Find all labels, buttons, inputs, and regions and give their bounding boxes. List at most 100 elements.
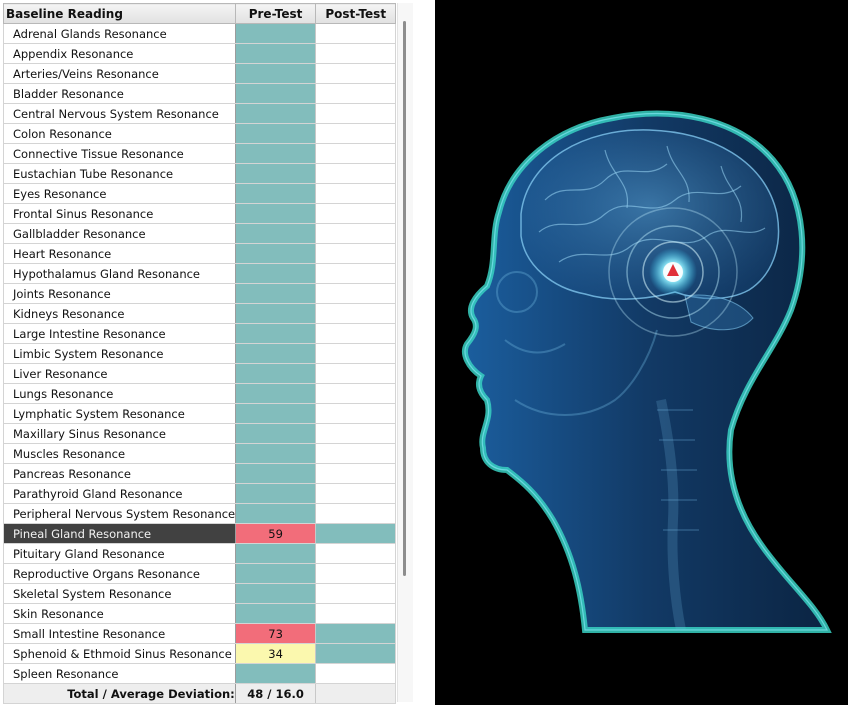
pre-test-cell[interactable]	[234, 43, 317, 64]
pre-test-cell[interactable]	[234, 123, 317, 144]
post-test-cell[interactable]	[315, 143, 396, 164]
row-name-cell[interactable]: Arteries/Veins Resonance	[3, 63, 236, 84]
column-header-pre-test[interactable]: Pre-Test	[234, 3, 317, 24]
post-test-cell[interactable]	[315, 423, 396, 444]
post-test-cell[interactable]	[315, 403, 396, 424]
row-name-cell[interactable]: Kidneys Resonance	[3, 303, 236, 324]
row-name-cell[interactable]: Spleen Resonance	[3, 663, 236, 684]
table-row[interactable]: Bladder Resonance	[3, 83, 396, 104]
row-name-cell[interactable]: Skeletal System Resonance	[3, 583, 236, 604]
pre-test-cell[interactable]	[234, 403, 317, 424]
row-name-cell[interactable]: Hypothalamus Gland Resonance	[3, 263, 236, 284]
table-row[interactable]: Limbic System Resonance	[3, 343, 396, 364]
post-test-cell[interactable]	[315, 163, 396, 184]
row-name-cell[interactable]: Large Intestine Resonance	[3, 323, 236, 344]
row-name-cell[interactable]: Pineal Gland Resonance	[3, 523, 236, 544]
post-test-cell[interactable]	[315, 203, 396, 224]
pre-test-cell[interactable]	[234, 223, 317, 244]
table-row[interactable]: Skin Resonance	[3, 603, 396, 624]
pre-test-cell[interactable]	[234, 463, 317, 484]
pre-test-cell[interactable]	[234, 283, 317, 304]
pre-test-cell[interactable]	[234, 543, 317, 564]
table-row[interactable]: Hypothalamus Gland Resonance	[3, 263, 396, 284]
table-row[interactable]: Eustachian Tube Resonance	[3, 163, 396, 184]
pre-test-cell[interactable]	[234, 443, 317, 464]
table-row[interactable]: Maxillary Sinus Resonance	[3, 423, 396, 444]
post-test-cell[interactable]	[315, 323, 396, 344]
post-test-cell[interactable]	[315, 103, 396, 124]
row-name-cell[interactable]: Liver Resonance	[3, 363, 236, 384]
table-row[interactable]: Parathyroid Gland Resonance	[3, 483, 396, 504]
pre-test-cell[interactable]	[234, 383, 317, 404]
table-row[interactable]: Eyes Resonance	[3, 183, 396, 204]
row-name-cell[interactable]: Pituitary Gland Resonance	[3, 543, 236, 564]
table-row[interactable]: Lungs Resonance	[3, 383, 396, 404]
pre-test-cell[interactable]	[234, 663, 317, 684]
table-row[interactable]: Central Nervous System Resonance	[3, 103, 396, 124]
table-row[interactable]: Frontal Sinus Resonance	[3, 203, 396, 224]
post-test-cell[interactable]	[315, 643, 396, 664]
pre-test-cell[interactable]	[234, 143, 317, 164]
post-test-cell[interactable]	[315, 23, 396, 44]
table-row[interactable]: Gallbladder Resonance	[3, 223, 396, 244]
post-test-cell[interactable]	[315, 543, 396, 564]
vertical-scrollbar[interactable]	[397, 3, 413, 702]
row-name-cell[interactable]: Bladder Resonance	[3, 83, 236, 104]
table-row[interactable]: Pituitary Gland Resonance	[3, 543, 396, 564]
pre-test-cell[interactable]	[234, 483, 317, 504]
post-test-cell[interactable]	[315, 563, 396, 584]
post-test-cell[interactable]	[315, 263, 396, 284]
row-name-cell[interactable]: Skin Resonance	[3, 603, 236, 624]
row-name-cell[interactable]: Frontal Sinus Resonance	[3, 203, 236, 224]
post-test-cell[interactable]	[315, 523, 396, 544]
table-row[interactable]: Heart Resonance	[3, 243, 396, 264]
pre-test-cell[interactable]	[234, 183, 317, 204]
row-name-cell[interactable]: Appendix Resonance	[3, 43, 236, 64]
table-row[interactable]: Skeletal System Resonance	[3, 583, 396, 604]
pre-test-cell[interactable]	[234, 603, 317, 624]
pre-test-cell[interactable]	[234, 263, 317, 284]
row-name-cell[interactable]: Peripheral Nervous System Resonance	[3, 503, 236, 524]
pre-test-cell[interactable]	[234, 163, 317, 184]
row-name-cell[interactable]: Gallbladder Resonance	[3, 223, 236, 244]
pre-test-cell[interactable]	[234, 563, 317, 584]
pre-test-cell[interactable]: 73	[234, 623, 317, 644]
table-row[interactable]: Appendix Resonance	[3, 43, 396, 64]
row-name-cell[interactable]: Connective Tissue Resonance	[3, 143, 236, 164]
table-row[interactable]: Reproductive Organs Resonance	[3, 563, 396, 584]
row-name-cell[interactable]: Limbic System Resonance	[3, 343, 236, 364]
table-row[interactable]: Muscles Resonance	[3, 443, 396, 464]
pre-test-cell[interactable]	[234, 323, 317, 344]
table-row[interactable]: Spleen Resonance	[3, 663, 396, 684]
post-test-cell[interactable]	[315, 443, 396, 464]
post-test-cell[interactable]	[315, 43, 396, 64]
row-name-cell[interactable]: Lungs Resonance	[3, 383, 236, 404]
table-row[interactable]: Large Intestine Resonance	[3, 323, 396, 344]
pre-test-cell[interactable]	[234, 343, 317, 364]
post-test-cell[interactable]	[315, 583, 396, 604]
row-name-cell[interactable]: Reproductive Organs Resonance	[3, 563, 236, 584]
pre-test-cell[interactable]	[234, 363, 317, 384]
pre-test-cell[interactable]	[234, 103, 317, 124]
post-test-cell[interactable]	[315, 503, 396, 524]
pre-test-cell[interactable]	[234, 303, 317, 324]
post-test-cell[interactable]	[315, 663, 396, 684]
pre-test-cell[interactable]: 34	[234, 643, 317, 664]
post-test-cell[interactable]	[315, 303, 396, 324]
table-row[interactable]: Liver Resonance	[3, 363, 396, 384]
scrollbar-thumb[interactable]	[403, 21, 406, 576]
post-test-cell[interactable]	[315, 343, 396, 364]
post-test-cell[interactable]	[315, 83, 396, 104]
post-test-cell[interactable]	[315, 383, 396, 404]
pre-test-cell[interactable]	[234, 503, 317, 524]
post-test-cell[interactable]	[315, 363, 396, 384]
post-test-cell[interactable]	[315, 223, 396, 244]
column-header-baseline-reading[interactable]: Baseline Reading	[3, 3, 236, 24]
post-test-cell[interactable]	[315, 123, 396, 144]
row-name-cell[interactable]: Small Intestine Resonance	[3, 623, 236, 644]
column-header-post-test[interactable]: Post-Test	[315, 3, 396, 24]
table-row[interactable]: Sphenoid & Ethmoid Sinus Resonance 34	[3, 643, 396, 664]
pre-test-cell[interactable]	[234, 23, 317, 44]
pre-test-cell[interactable]	[234, 423, 317, 444]
pre-test-cell[interactable]: 59	[234, 523, 317, 544]
